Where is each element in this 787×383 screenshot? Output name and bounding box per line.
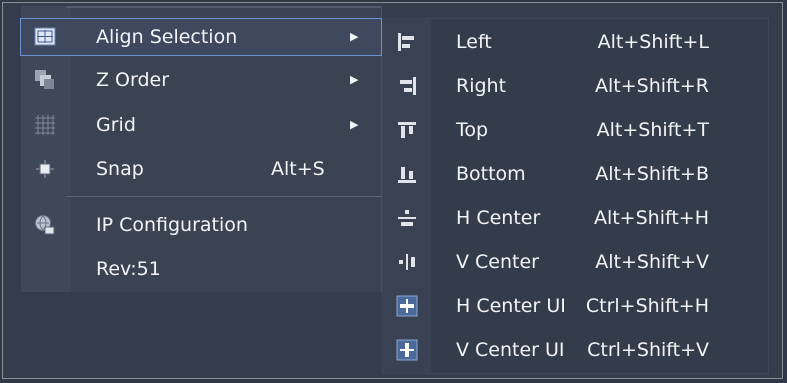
- revision-label: Rev:51: [96, 258, 161, 280]
- menu-item-label: Grid: [96, 114, 136, 136]
- grid-icon: [34, 114, 56, 136]
- shortcut-label: Alt+Shift+R: [595, 75, 709, 97]
- menu-item-label: Align Selection: [96, 26, 238, 48]
- menu-item-label: IP Configuration: [96, 214, 248, 236]
- submenu-item-v-center-ui[interactable]: V Center UI Ctrl+Shift+V: [382, 328, 767, 372]
- shortcut-label: Alt+Shift+H: [593, 207, 709, 229]
- submenu-item-h-center-ui[interactable]: H Center UI Ctrl+Shift+H: [382, 284, 767, 328]
- submenu-item-left[interactable]: Left Alt+Shift+L: [382, 20, 767, 64]
- snap-icon: [34, 158, 56, 180]
- submenu-item-label: H Center UI: [456, 295, 566, 317]
- shortcut-label: Alt+S: [271, 158, 325, 180]
- menu-separator: [66, 196, 381, 197]
- submenu-item-right[interactable]: Right Alt+Shift+R: [382, 64, 767, 108]
- submenu-item-h-center[interactable]: H Center Alt+Shift+H: [382, 196, 767, 240]
- align-h-center-icon: [396, 207, 418, 229]
- submenu-item-label: Right: [456, 75, 507, 97]
- menu-item-revision: Rev:51: [21, 251, 381, 287]
- align-right-icon: [396, 75, 418, 97]
- v-center-ui-icon: [396, 339, 418, 361]
- submenu-item-top[interactable]: Top Alt+Shift+T: [382, 108, 767, 152]
- align-top-icon: [396, 119, 418, 141]
- align-v-center-icon: [396, 251, 418, 273]
- submenu-arrow-icon: ▶: [350, 30, 359, 43]
- shortcut-label: Alt+Shift+T: [596, 119, 709, 141]
- submenu-item-label: V Center: [456, 251, 539, 273]
- submenu-item-label: Top: [456, 119, 489, 141]
- align-bottom-icon: [396, 163, 418, 185]
- submenu-arrow-icon: ▶: [350, 73, 359, 86]
- menu-item-label: Snap: [96, 158, 144, 180]
- h-center-ui-icon: [396, 295, 418, 317]
- align-selection-icon: [34, 26, 56, 48]
- menu-top-separator: [66, 6, 381, 8]
- menu-item-snap[interactable]: Snap Alt+S: [21, 151, 381, 187]
- shortcut-label: Ctrl+Shift+H: [585, 295, 709, 317]
- menu-item-ip-configuration[interactable]: IP Configuration: [21, 207, 381, 243]
- shortcut-label: Alt+Shift+V: [595, 251, 709, 273]
- submenu-item-label: Left: [456, 31, 492, 53]
- submenu-item-label: H Center: [456, 207, 541, 229]
- submenu-item-bottom[interactable]: Bottom Alt+Shift+B: [382, 152, 767, 196]
- menu-item-label: Z Order: [96, 69, 170, 91]
- submenu-item-v-center[interactable]: V Center Alt+Shift+V: [382, 240, 767, 284]
- shortcut-label: Alt+Shift+L: [597, 31, 709, 53]
- z-order-icon: [34, 69, 56, 91]
- menu-item-z-order[interactable]: Z Order ▶: [21, 62, 381, 98]
- shortcut-label: Alt+Shift+B: [595, 163, 709, 185]
- menu-item-grid[interactable]: Grid ▶: [21, 107, 381, 143]
- ip-configuration-icon: [34, 214, 56, 236]
- submenu-item-label: Bottom: [456, 163, 526, 185]
- menu-item-align-selection[interactable]: Align Selection ▶: [20, 18, 382, 56]
- submenu-arrow-icon: ▶: [350, 118, 359, 131]
- shortcut-label: Ctrl+Shift+V: [587, 339, 709, 361]
- align-left-icon: [396, 31, 418, 53]
- submenu-item-label: V Center UI: [456, 339, 565, 361]
